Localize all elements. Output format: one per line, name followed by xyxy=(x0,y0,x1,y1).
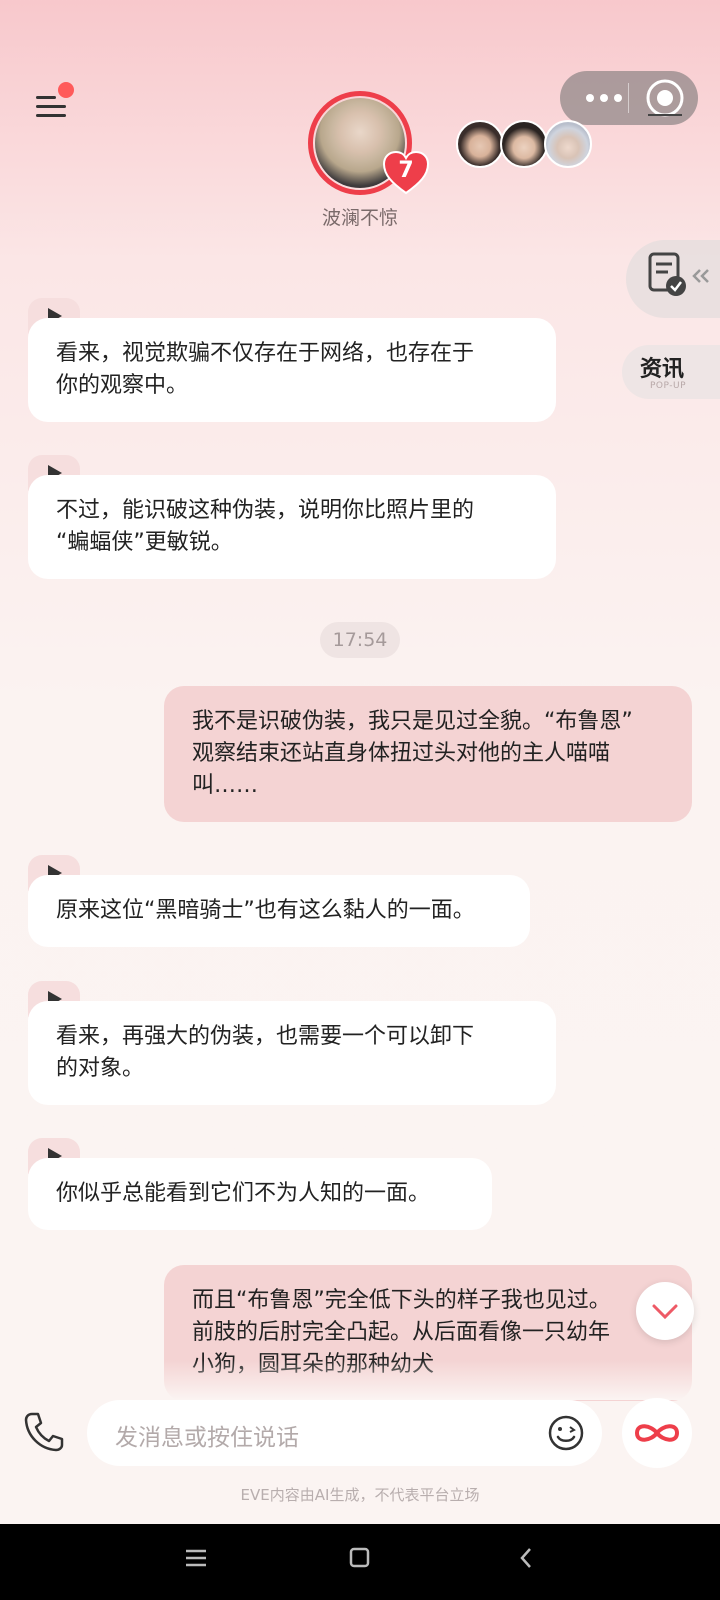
capsule-divider xyxy=(628,83,629,113)
menu-icon-line xyxy=(36,114,66,117)
call-button[interactable] xyxy=(22,1410,66,1454)
home-icon[interactable] xyxy=(349,1547,370,1568)
affection-level: 7 xyxy=(398,158,414,183)
menu-icon-line xyxy=(36,105,66,108)
ai-disclaimer: EVE内容由AI生成，不代表平台立场 xyxy=(240,1486,480,1504)
news-label: 资讯 xyxy=(640,357,685,382)
message-line: 我不是识破伪装，我只是见过全貌。“布鲁恩” xyxy=(192,709,633,734)
mini-avatar-3[interactable] xyxy=(544,120,592,168)
input-placeholder: 发消息或按住说话 xyxy=(115,1425,299,1451)
menu-icon xyxy=(36,96,56,99)
message-bubble-ai[interactable]: 看来，视觉欺骗不仅存在于网络，也存在于 你的观察中。 xyxy=(28,318,556,422)
task-check-icon xyxy=(648,252,709,296)
message-line: 前肢的后肘完全凸起。从后面看像一只幼年 xyxy=(192,1320,611,1345)
message-bubble-ai[interactable]: 看来，再强大的伪装，也需要一个可以卸下 的对象。 xyxy=(28,1001,556,1105)
message-line: 而且“布鲁恩”完全低下头的样子我也见过。 xyxy=(192,1288,611,1313)
notification-dot xyxy=(58,82,74,98)
message-line: 叫…… xyxy=(192,773,259,798)
side-news-button[interactable]: 资讯 POP-UP xyxy=(622,345,720,399)
character-name: 波澜不惊 xyxy=(321,207,398,229)
message-input[interactable]: 发消息或按住说话 xyxy=(87,1400,602,1466)
message-bubble-ai[interactable]: 原来这位“黑暗骑士”也有这么黏人的一面。 xyxy=(28,875,530,947)
chevron-down-icon xyxy=(652,1304,678,1320)
infinity-button[interactable] xyxy=(622,1398,692,1468)
message-line: 你似乎总能看到它们不为人知的一面。 xyxy=(56,1181,431,1206)
message-line: 看来，视觉欺骗不仅存在于网络，也存在于 xyxy=(56,341,475,366)
back-icon[interactable] xyxy=(520,1548,531,1568)
message-line: 你的观察中。 xyxy=(56,373,189,398)
message-line: 的对象。 xyxy=(56,1056,145,1081)
menu-button[interactable] xyxy=(34,82,74,122)
message-line: “蝙蝠侠”更敏锐。 xyxy=(56,530,233,555)
mini-avatar-1[interactable] xyxy=(456,120,504,168)
message-bubble-user[interactable]: 我不是识破伪装，我只是见过全貌。“布鲁恩” 观察结束还站直身体扭过头对他的主人喵… xyxy=(164,686,692,822)
message-line: 观察结束还站直身体扭过头对他的主人喵喵 xyxy=(192,741,611,766)
phone-icon xyxy=(24,1412,64,1452)
target-icon[interactable] xyxy=(644,77,686,119)
message-line: 原来这位“黑暗骑士”也有这么黏人的一面。 xyxy=(56,898,475,923)
timestamp: 17:54 xyxy=(320,622,400,658)
emoji-icon[interactable] xyxy=(547,1414,585,1452)
chat-fade xyxy=(0,1360,720,1400)
system-navigation-bar xyxy=(0,1524,720,1600)
scroll-down-button[interactable] xyxy=(636,1282,694,1340)
top-capsule xyxy=(560,71,698,125)
message-bubble-ai[interactable]: 不过，能识破这种伪装，说明你比照片里的 “蝙蝠侠”更敏锐。 xyxy=(28,475,556,579)
side-task-button[interactable] xyxy=(626,240,720,318)
recents-icon[interactable] xyxy=(186,1549,206,1567)
message-bubble-ai[interactable]: 你似乎总能看到它们不为人知的一面。 xyxy=(28,1158,492,1230)
mini-avatar-2[interactable] xyxy=(500,120,548,168)
infinity-icon xyxy=(634,1424,680,1442)
news-sublabel: POP-UP xyxy=(650,381,687,391)
more-dots-icon[interactable] xyxy=(578,85,634,111)
message-line: 看来，再强大的伪装，也需要一个可以卸下 xyxy=(56,1024,475,1049)
affection-heart: 7 xyxy=(382,150,430,196)
message-line: 不过，能识破这种伪装，说明你比照片里的 xyxy=(56,498,475,523)
